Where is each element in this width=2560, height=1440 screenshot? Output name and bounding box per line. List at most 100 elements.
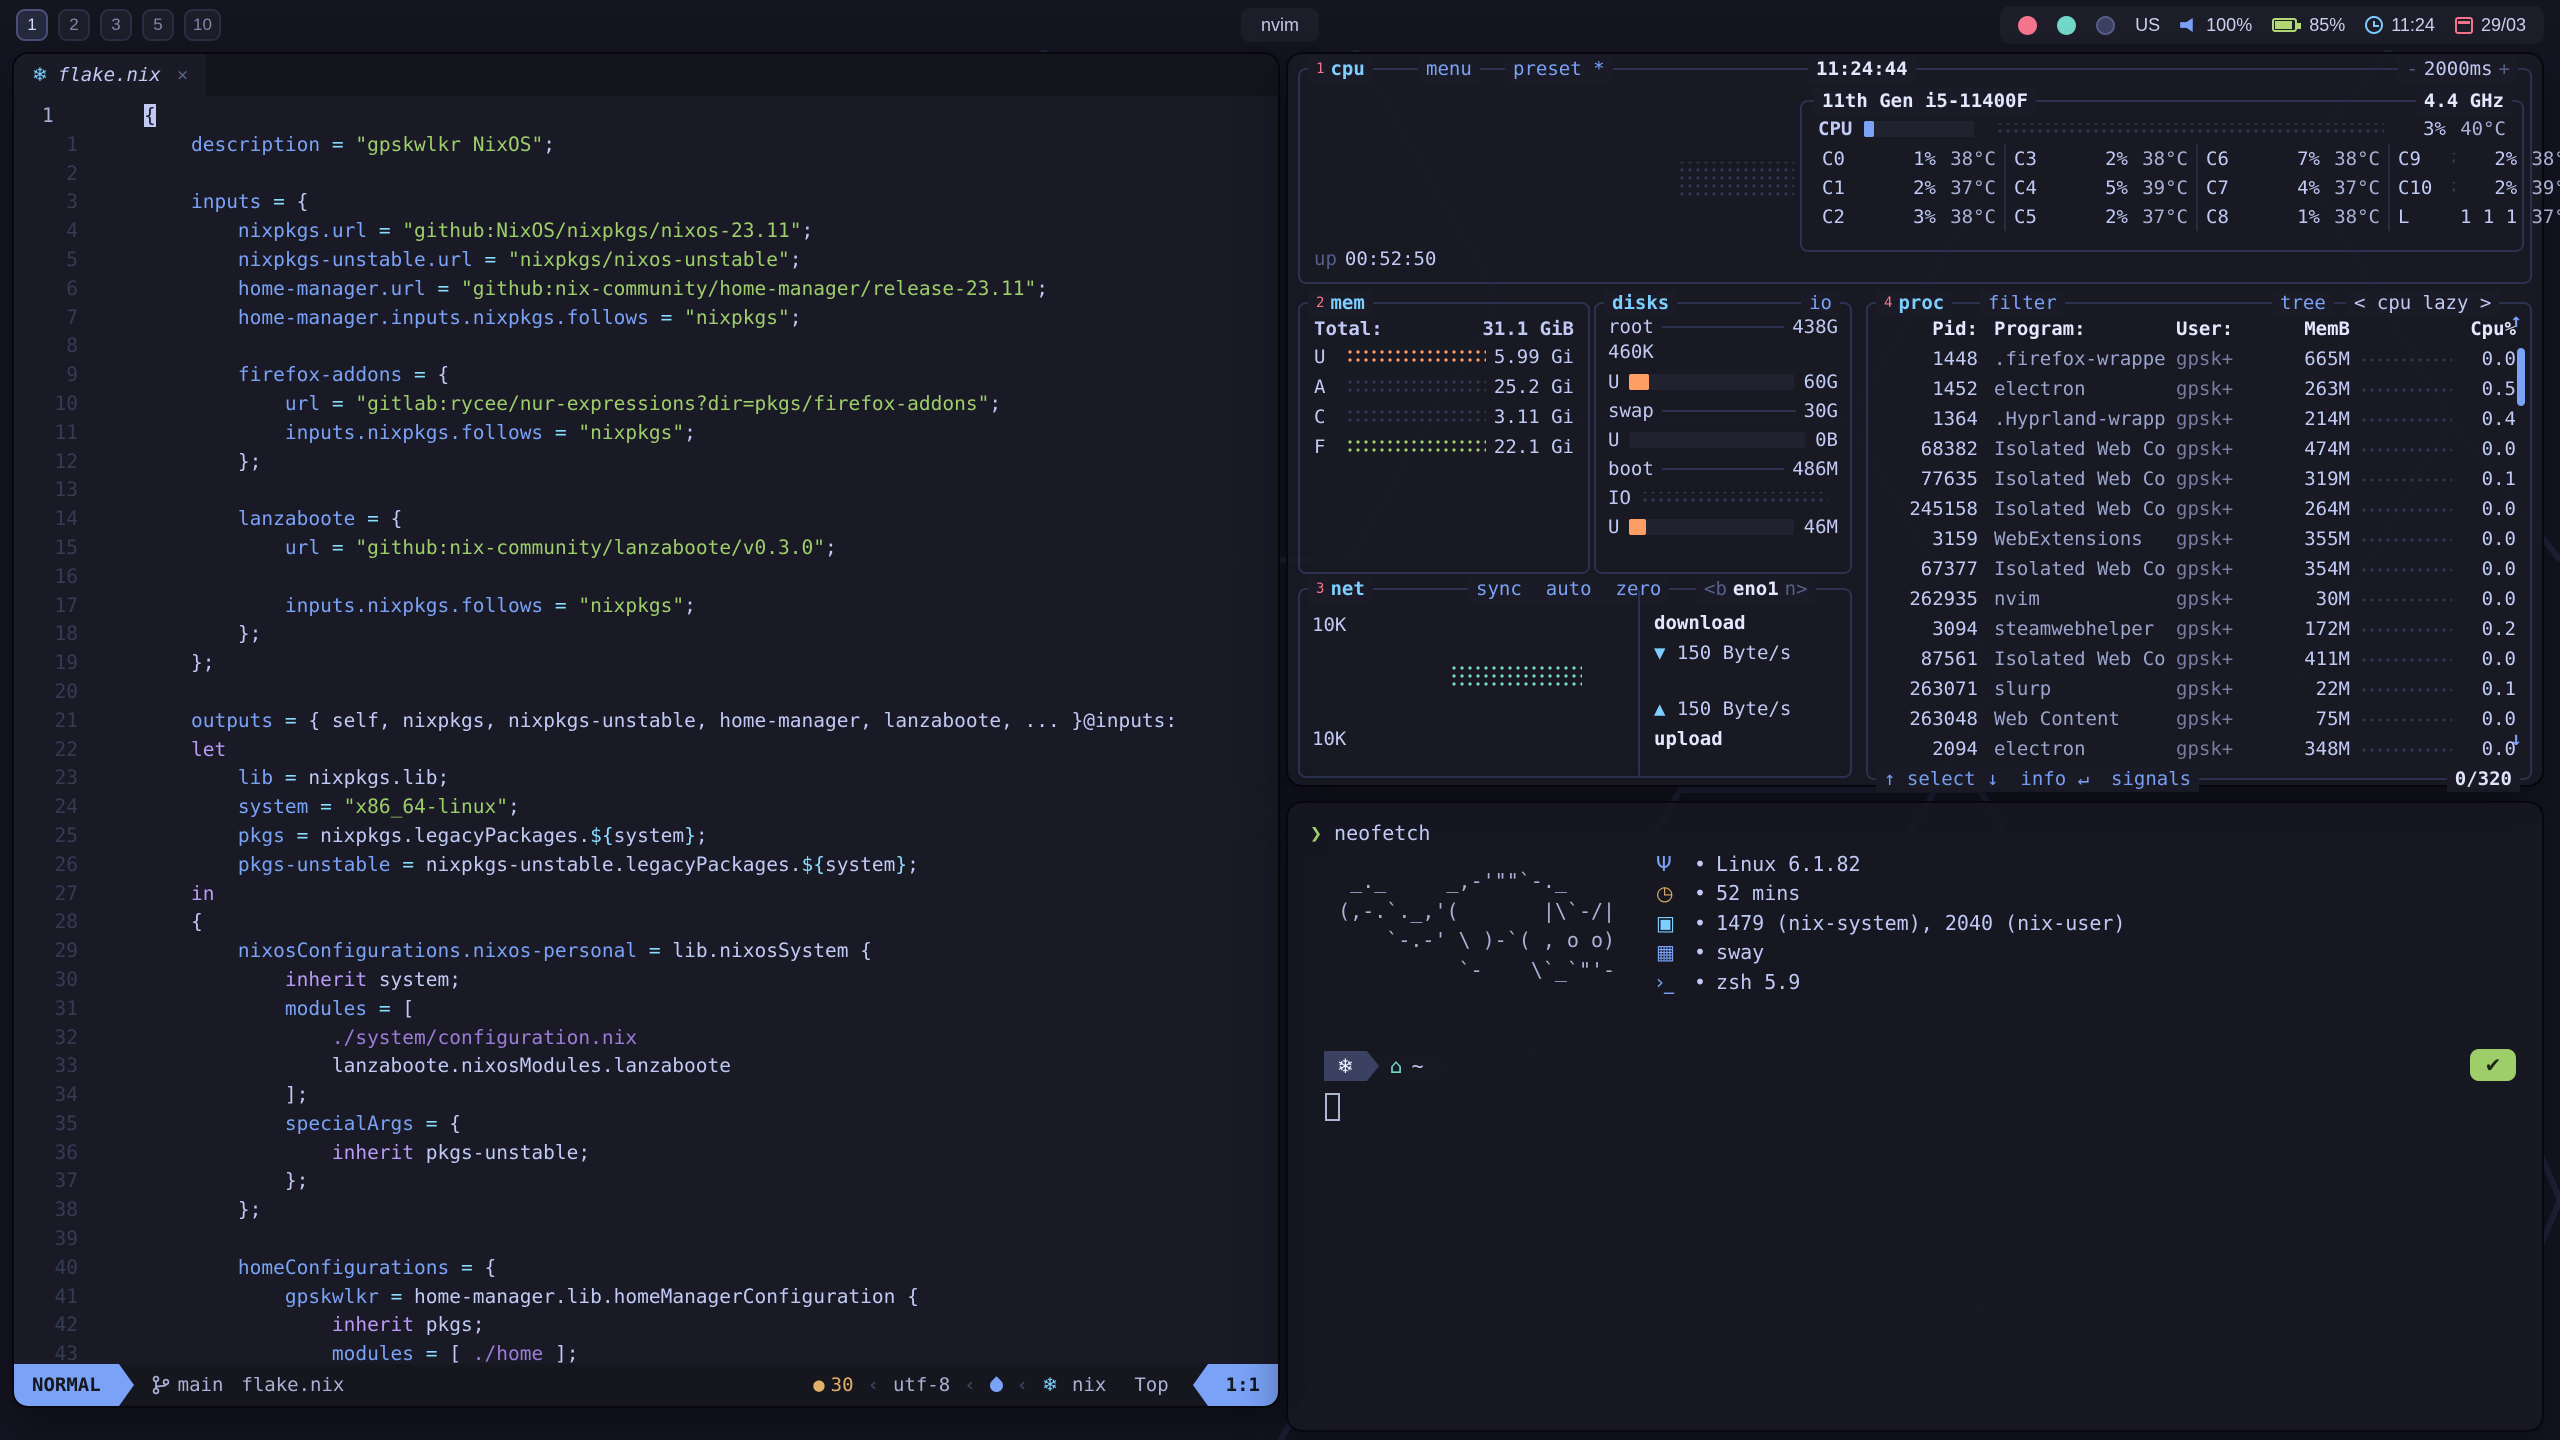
nix-filetype-icon: ❄ [1042, 1374, 1058, 1396]
process-row[interactable]: 2094electrongpsk+348M0.0 [1868, 734, 2530, 764]
process-row[interactable]: 263071slurpgpsk+22M0.1 [1868, 674, 2530, 704]
proc-pid: 1452 [1878, 378, 1978, 400]
mem-panel-title[interactable]: 2 mem [1308, 290, 1373, 316]
proc-program: Isolated Web Co [1978, 438, 2176, 460]
filter-button[interactable]: filter [1980, 290, 2065, 316]
core-id: C8 [2206, 206, 2248, 228]
mem-graph [1346, 440, 1486, 454]
tab-flake-nix[interactable]: ❄ flake.nix × [14, 54, 206, 96]
process-row[interactable]: 87561Isolated Web Cogpsk+411M0.0 [1868, 644, 2530, 674]
proc-mem: 75M [2272, 708, 2350, 730]
tray-icon-3[interactable] [2096, 16, 2115, 35]
code-line: 34 ]; [14, 1081, 1278, 1110]
editor-buffer[interactable]: 1{1 description = "gpskwlkr NixOS";23 in… [14, 96, 1278, 1364]
workspace-button-3[interactable]: 3 [100, 9, 132, 41]
workspace-button-10[interactable]: 10 [184, 9, 221, 41]
editor-window[interactable]: ❄ flake.nix × 1{1 description = "gpskwlk… [14, 54, 1278, 1406]
process-row[interactable]: 3159WebExtensionsgpsk+355M0.0 [1868, 524, 2530, 554]
interval-plus[interactable]: + [2499, 56, 2510, 82]
tab-close-icon[interactable]: × [177, 64, 188, 86]
signals-control[interactable]: signals [2111, 766, 2191, 792]
cpu-panel-title[interactable]: 1 cpu [1308, 56, 1373, 82]
info-control[interactable]: info ↵ [2020, 766, 2089, 792]
neofetch-info: Ψ•Linux 6.1.82◷•52 mins▣•1479 (nix-syste… [1656, 849, 2125, 997]
tray-icon-2[interactable] [2057, 16, 2076, 35]
process-row[interactable]: 77635Isolated Web Cogpsk+319M0.1 [1868, 464, 2530, 494]
core-temp: 38°C [1936, 148, 1996, 170]
process-row[interactable]: 1364.Hyprland-wrappgpsk+214M0.4 [1868, 404, 2530, 434]
code-token [426, 277, 438, 300]
col-program[interactable]: Program: [1978, 318, 2176, 340]
code-token: "nixpkgs" [684, 306, 790, 329]
process-row[interactable]: 1448.firefox-wrappegpsk+665M0.0 [1868, 344, 2530, 374]
workspace-button-2[interactable]: 2 [58, 9, 90, 41]
col-cpu[interactable]: Cpu% [2456, 318, 2516, 340]
code-line: 16 [14, 563, 1278, 592]
core-temp: 39°C [2517, 177, 2560, 199]
neofetch-info-row: ▦•sway [1656, 938, 2125, 968]
process-row[interactable]: 1452electrongpsk+263M0.5 [1868, 374, 2530, 404]
process-row[interactable]: 67377Isolated Web Cogpsk+354M0.0 [1868, 554, 2530, 584]
proc-panel-title[interactable]: 4 proc [1876, 290, 1952, 316]
interval-minus[interactable]: - [2406, 56, 2417, 82]
code-token: nixosConfigurations.nixos-personal [238, 939, 637, 962]
keyboard-layout[interactable]: US [2135, 15, 2160, 36]
volume-module[interactable]: 100% [2180, 15, 2252, 36]
code-token: ; [801, 219, 813, 242]
proc-cpu: 0.5 [2456, 378, 2516, 400]
process-row[interactable]: 263048Web Contentgpsk+75M0.0 [1868, 704, 2530, 734]
disks-panel-label[interactable]: disks [1604, 290, 1677, 316]
date-module[interactable]: 29/03 [2455, 15, 2526, 36]
encoding: utf-8 [893, 1374, 950, 1396]
code-text: url = "github:nix-community/lanzaboote/v… [124, 534, 837, 563]
select-control[interactable]: ↑ select ↓ [1884, 766, 1998, 792]
interval-value: 2000ms [2424, 56, 2493, 82]
menu-button[interactable]: menu [1418, 56, 1480, 82]
code-token: ; [790, 306, 802, 329]
terminal-window[interactable]: ❯ neofetch _._ _,-'""`-._ (,-.`._,'( |\`… [1288, 803, 2542, 1430]
workspace-button-5[interactable]: 5 [142, 9, 174, 41]
scroll-down-arrow[interactable]: ↓ [2511, 728, 2522, 750]
process-row[interactable]: 3094steamwebhelpergpsk+172M0.2 [1868, 614, 2530, 644]
info-text: sway [1716, 940, 1764, 964]
btop-window[interactable]: 1 cpu menu preset * 11:24:44 - 2000ms + … [1288, 54, 2542, 785]
process-row[interactable]: 262935nvimgpsk+30M0.0 [1868, 584, 2530, 614]
interval-control[interactable]: - 2000ms + [2398, 56, 2518, 82]
cpu-total-temp: 40°C [2446, 118, 2506, 140]
proc-user: gpsk+ [2176, 348, 2272, 370]
workspace-button-1[interactable]: 1 [16, 9, 48, 41]
code-token: home-manager.lib.homeManagerConfiguratio… [402, 1285, 919, 1308]
net-panel-title[interactable]: 3 net [1308, 576, 1373, 602]
process-row[interactable]: 68382Isolated Web Cogpsk+474M0.0 [1868, 434, 2530, 464]
code-line: 10 url = "gitlab:rycee/nur-expressions?d… [14, 390, 1278, 419]
tray-icon-1[interactable] [2018, 16, 2037, 35]
code-token: { self, nixpkgs, nixpkgs-unstable, home-… [297, 709, 1178, 732]
col-memb[interactable]: MemB [2272, 318, 2350, 340]
proc-scrollbar[interactable] [2517, 348, 2525, 406]
battery-module[interactable]: 85% [2272, 15, 2345, 36]
core-temp: 38°C [2517, 148, 2560, 170]
line-number: 3 [14, 188, 124, 217]
net-control-sync[interactable]: sync [1476, 576, 1522, 602]
net-interface[interactable]: <b eno1 n> [1696, 576, 1816, 602]
tree-toggle[interactable]: tree [2272, 290, 2334, 316]
core-id: C6 [2206, 148, 2248, 170]
code-token: nixpkgs-unstable.url [238, 248, 473, 271]
net-control-auto[interactable]: auto [1546, 576, 1592, 602]
cpu-total-percent: 3% [2394, 118, 2446, 140]
col-user[interactable]: User: [2176, 318, 2272, 340]
exit-status-badge: ✔ [2470, 1049, 2516, 1081]
preset-button[interactable]: preset * [1505, 56, 1613, 82]
process-row[interactable]: 245158Isolated Web Cogpsk+264M0.0 [1868, 494, 2530, 524]
col-pid[interactable]: Pid: [1878, 318, 1978, 340]
code-token [273, 766, 285, 789]
io-toggle[interactable]: io [1801, 290, 1840, 316]
proc-cpu: 0.1 [2456, 678, 2516, 700]
disk-meter [1629, 374, 1793, 390]
code-token: specialArgs [285, 1112, 414, 1135]
sort-selector[interactable]: < cpu lazy > [2346, 290, 2499, 316]
scroll-up-arrow[interactable]: ↑ [2511, 310, 2522, 332]
clock-module[interactable]: 11:24 [2365, 15, 2435, 36]
core-id: C1 [1822, 177, 1864, 199]
code-line: 41 gpskwlkr = home-manager.lib.homeManag… [14, 1283, 1278, 1312]
